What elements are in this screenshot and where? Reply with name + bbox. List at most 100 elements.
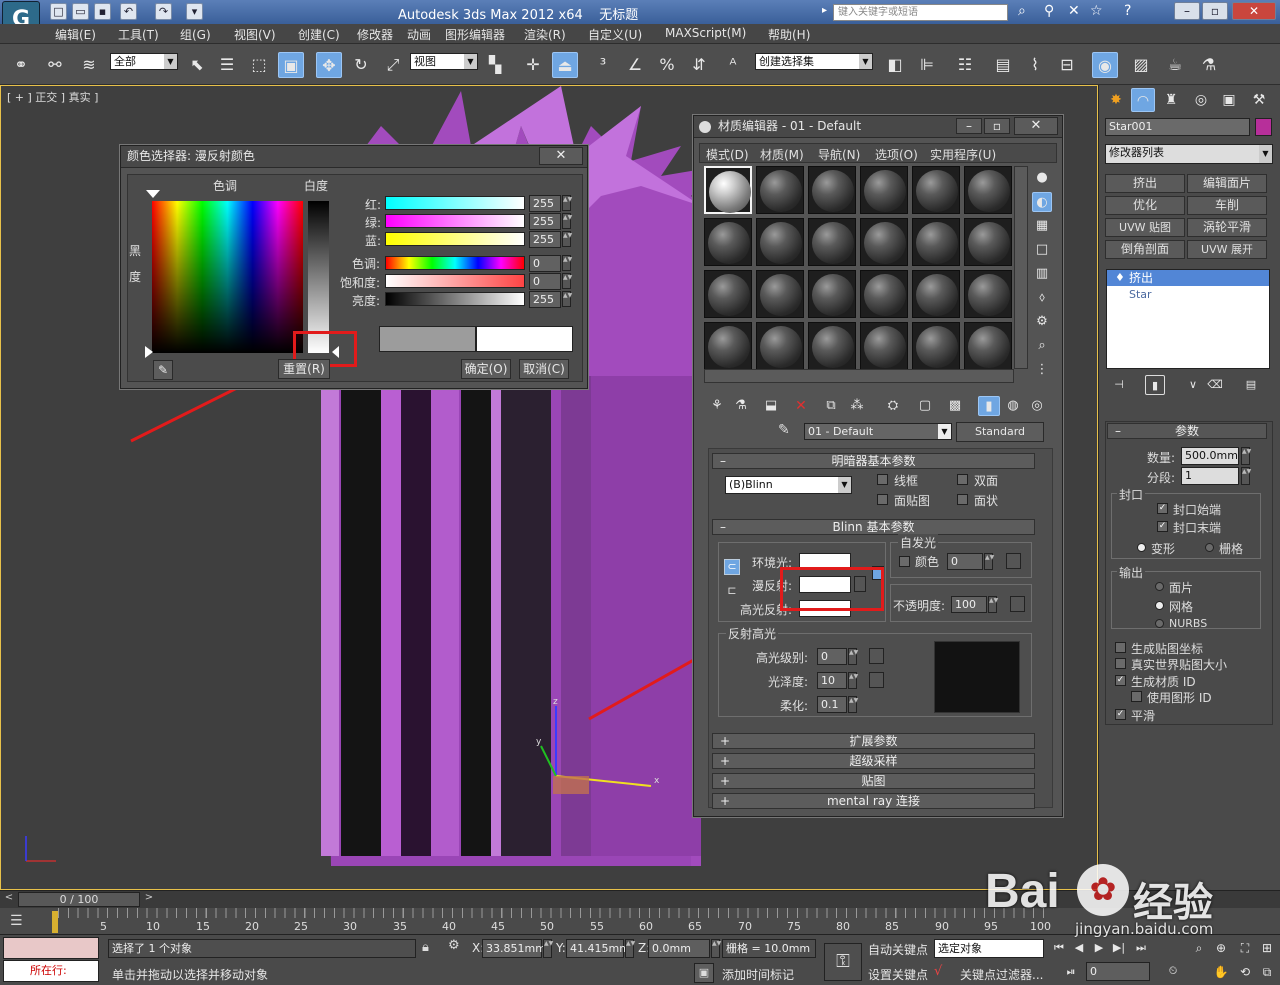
select-scale-icon[interactable]: ⤢ bbox=[380, 52, 406, 78]
tools-icon[interactable]: ✕ bbox=[1068, 3, 1080, 19]
mat-menu-utilities[interactable]: 实用程序(U) bbox=[930, 146, 996, 163]
sample-slot[interactable] bbox=[808, 270, 856, 318]
segments-spinner[interactable]: ▲▼ bbox=[1241, 467, 1251, 485]
menu-group[interactable]: 组(G) bbox=[180, 26, 211, 43]
selection-filter-select[interactable]: 全部 ▼ bbox=[110, 53, 178, 70]
opacity-value[interactable]: 100 bbox=[951, 596, 987, 613]
shader-select[interactable]: (B)Blinn ▼ bbox=[725, 476, 852, 494]
cancel-button[interactable]: 取消(C) bbox=[519, 359, 569, 379]
face-map-checkbox[interactable] bbox=[877, 494, 888, 505]
green-spinner[interactable]: ▲▼ bbox=[562, 213, 572, 229]
time-tag-icon[interactable]: ▣ bbox=[694, 963, 714, 983]
key-icon[interactable]: ⚲ bbox=[1044, 3, 1054, 19]
track-bar-icon[interactable]: ☰ bbox=[10, 913, 23, 929]
red-slider[interactable] bbox=[385, 196, 525, 210]
pivot-center-icon[interactable]: ▚ bbox=[482, 52, 508, 78]
remove-modifier-icon[interactable]: ⌫ bbox=[1205, 375, 1225, 395]
material-id-icon[interactable]: ▢ bbox=[914, 396, 936, 416]
material-picker-icon[interactable]: ✎ bbox=[778, 422, 790, 438]
menu-maxscript[interactable]: MAXScript(M) bbox=[665, 26, 746, 40]
mat-maximize-button[interactable]: ▫ bbox=[984, 118, 1010, 134]
binoculars-icon[interactable]: ⌕ bbox=[1018, 3, 1026, 19]
self-illum-spinner[interactable]: ▲▼ bbox=[984, 553, 994, 570]
material-editor-icon[interactable]: ◉ bbox=[1092, 52, 1118, 78]
pin-stack-icon[interactable]: ⊣ bbox=[1109, 375, 1129, 395]
get-material-icon[interactable]: ⚘ bbox=[706, 396, 728, 416]
smooth-checkbox[interactable]: ✓ bbox=[1115, 709, 1126, 720]
sample-slot[interactable] bbox=[964, 322, 1012, 370]
faceted-checkbox[interactable] bbox=[957, 494, 968, 505]
menu-customize[interactable]: 自定义(U) bbox=[588, 26, 642, 43]
time-next-button[interactable]: > bbox=[142, 892, 156, 906]
options-icon[interactable]: ⚙ bbox=[1032, 312, 1052, 332]
video-color-check-icon[interactable]: ▥ bbox=[1032, 264, 1052, 284]
time-prev-button[interactable]: < bbox=[2, 892, 16, 906]
show-end-result-icon[interactable]: ▮ bbox=[978, 396, 1000, 416]
lock-diffuse-icon[interactable]: ⊏ bbox=[724, 584, 740, 600]
blue-spinner[interactable]: ▲▼ bbox=[562, 231, 572, 247]
sample-slot[interactable] bbox=[912, 270, 960, 318]
maps-rollout[interactable]: + 贴图 bbox=[712, 773, 1035, 789]
copy-material-icon[interactable]: ⧉ bbox=[820, 396, 842, 416]
slots-vscrollbar[interactable] bbox=[1014, 166, 1028, 369]
snaps-toggle-icon[interactable]: ³ bbox=[590, 52, 616, 78]
sample-slot[interactable] bbox=[912, 218, 960, 266]
x-coord-field[interactable]: 33.851mm bbox=[482, 939, 546, 958]
blue-slider[interactable] bbox=[385, 232, 525, 246]
sample-slot[interactable] bbox=[860, 270, 908, 318]
ok-button[interactable]: 确定(O) bbox=[461, 359, 511, 379]
show-map-icon[interactable]: ▩ bbox=[944, 396, 966, 416]
close-window-button[interactable]: ✕ bbox=[1232, 2, 1276, 20]
sample-slot[interactable] bbox=[808, 218, 856, 266]
saturation-value[interactable]: 0 bbox=[529, 273, 561, 290]
morph-radio[interactable] bbox=[1137, 543, 1146, 552]
z-spinner[interactable]: ▲▼ bbox=[711, 939, 721, 958]
menu-graph-editors[interactable]: 图形编辑器 bbox=[445, 26, 505, 43]
soften-spinner[interactable]: ▲▼ bbox=[848, 696, 858, 713]
sample-slot[interactable] bbox=[860, 218, 908, 266]
menu-rendering[interactable]: 渲染(R) bbox=[524, 26, 566, 43]
title-arrow-icon[interactable]: ▸ bbox=[822, 5, 827, 16]
create-tab-icon[interactable]: ✸ bbox=[1104, 88, 1128, 112]
modifier-list-select[interactable]: 修改器列表 ▼ bbox=[1105, 144, 1273, 164]
red-value[interactable]: 255 bbox=[529, 195, 561, 212]
make-preview-icon[interactable]: ⬨ bbox=[1032, 288, 1052, 308]
saturation-spinner[interactable]: ▲▼ bbox=[562, 273, 572, 289]
soften-value[interactable]: 0.1 bbox=[817, 696, 847, 713]
hue-marker-icon[interactable] bbox=[146, 190, 160, 198]
maximize-button[interactable]: ▫ bbox=[1202, 2, 1228, 20]
render-setup-icon[interactable]: ▨ bbox=[1128, 52, 1154, 78]
unlink-icon[interactable]: ⚯ bbox=[42, 52, 68, 78]
value-slider[interactable] bbox=[385, 292, 525, 306]
put-to-library-icon[interactable]: ⛭ bbox=[882, 396, 904, 416]
hierarchy-tab-icon[interactable]: ♜ bbox=[1159, 88, 1183, 112]
amount-spinner[interactable]: ▲▼ bbox=[1241, 447, 1251, 465]
turbosmooth-mod-button[interactable]: 涡轮平滑 bbox=[1187, 218, 1267, 237]
spec-level-map-button[interactable] bbox=[869, 648, 884, 664]
shader-rollout[interactable]: – 明暗器基本参数 bbox=[712, 453, 1035, 469]
sample-slot[interactable] bbox=[704, 166, 752, 214]
mat-menu-material[interactable]: 材质(M) bbox=[760, 146, 804, 163]
mat-close-button[interactable]: ✕ bbox=[1014, 117, 1058, 135]
abs-mode-icon[interactable]: ⚙ bbox=[448, 938, 466, 956]
extended-params-rollout[interactable]: + 扩展参数 bbox=[712, 733, 1035, 749]
select-by-name-icon[interactable]: ☰ bbox=[214, 52, 240, 78]
patch-radio[interactable] bbox=[1155, 582, 1164, 591]
amount-value[interactable]: 500.0mm bbox=[1181, 447, 1239, 465]
params-rollout[interactable]: – 参数 bbox=[1107, 423, 1267, 439]
z-coord-field[interactable]: 0.0mm bbox=[648, 939, 710, 958]
keyboard-shortcut-icon[interactable]: ⏏ bbox=[552, 52, 578, 78]
two-sided-checkbox[interactable] bbox=[957, 474, 968, 485]
y-coord-field[interactable]: 41.415mm bbox=[566, 939, 630, 958]
key-mode-icon[interactable]: ⚿ bbox=[824, 943, 862, 981]
bevel-profile-mod-button[interactable]: 倒角剖面 bbox=[1105, 240, 1185, 259]
grid-radio[interactable] bbox=[1205, 543, 1214, 552]
reset-button[interactable]: 重置(R) bbox=[278, 359, 330, 379]
link-icon[interactable]: ⚭ bbox=[8, 52, 34, 78]
wire-checkbox[interactable] bbox=[877, 474, 888, 485]
help-icon[interactable]: ? bbox=[1124, 3, 1131, 19]
project-icon[interactable]: ▾ bbox=[186, 3, 203, 20]
mirror-icon[interactable]: ◧ bbox=[882, 52, 908, 78]
time-config-icon[interactable]: ⏲ bbox=[1164, 962, 1182, 980]
put-to-scene-icon[interactable]: ⚗ bbox=[730, 396, 752, 416]
